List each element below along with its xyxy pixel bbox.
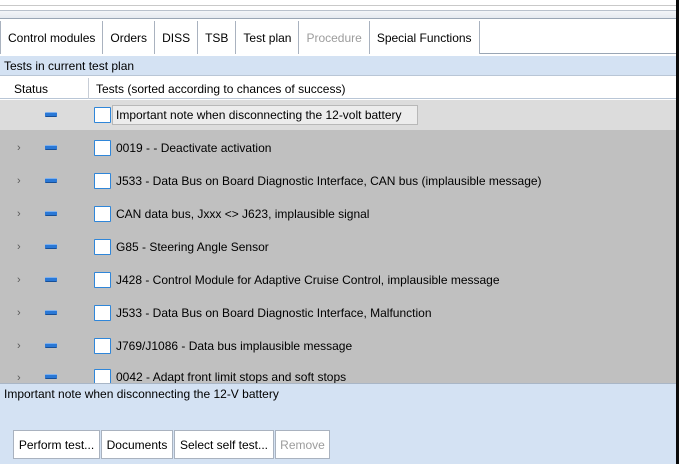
list-item-label: 0042 - Adapt front limit stops and soft … xyxy=(116,370,347,383)
tab-special-functions[interactable]: Special Functions xyxy=(369,21,480,54)
tab-test-plan[interactable]: Test plan xyxy=(236,21,300,54)
window-top-edge xyxy=(0,0,679,6)
column-header-status[interactable]: Status xyxy=(0,78,89,99)
chevron-right-icon[interactable]: › xyxy=(17,208,27,220)
document-icon xyxy=(94,272,111,288)
test-plan-list[interactable]: Important note when disconnecting the 12… xyxy=(0,100,679,383)
list-item-label: 0019 - - Deactivate activation xyxy=(116,141,272,155)
chevron-right-icon[interactable]: › xyxy=(17,175,27,187)
column-header-tests[interactable]: Tests (sorted according to chances of su… xyxy=(96,78,345,99)
perform-test-button[interactable]: Perform test... xyxy=(13,430,100,459)
diagnostic-window: Control modules Orders DISS TSB Test pla… xyxy=(0,0,679,464)
list-item-label: CAN data bus, Jxxx <> J623, implausible … xyxy=(116,207,370,221)
window-header-strip xyxy=(0,10,679,19)
document-icon xyxy=(94,338,111,354)
status-indicator-icon xyxy=(45,343,57,348)
list-item[interactable]: Important note when disconnecting the 12… xyxy=(0,100,679,130)
status-indicator-icon xyxy=(45,310,57,315)
list-item[interactable]: › CAN data bus, Jxxx <> J623, implausibl… xyxy=(0,197,679,230)
document-icon xyxy=(94,206,111,222)
status-indicator-icon xyxy=(45,211,57,216)
list-item-label: J428 - Control Module for Adaptive Cruis… xyxy=(116,273,500,287)
status-indicator-icon xyxy=(45,145,57,150)
button-bar: Perform test... Documents Select self te… xyxy=(0,423,679,464)
status-indicator-icon xyxy=(45,374,57,379)
list-item-label: Important note when disconnecting the 12… xyxy=(116,108,402,122)
list-item[interactable]: › 0042 - Adapt front limit stops and sof… xyxy=(0,362,679,383)
tab-diss[interactable]: DISS xyxy=(155,21,199,54)
list-item[interactable]: › J428 - Control Module for Adaptive Cru… xyxy=(0,263,679,296)
document-icon xyxy=(94,239,111,255)
chevron-right-icon[interactable]: › xyxy=(17,142,27,154)
list-item-label: J533 - Data Bus on Board Diagnostic Inte… xyxy=(116,174,542,188)
document-icon xyxy=(94,140,111,156)
description-pane: Important note when disconnecting the 12… xyxy=(0,383,679,423)
list-item[interactable]: › G85 - Steering Angle Sensor xyxy=(0,230,679,263)
section-title: Tests in current test plan xyxy=(0,56,679,76)
document-icon xyxy=(94,173,111,189)
tab-tsb[interactable]: TSB xyxy=(198,21,237,54)
document-icon xyxy=(94,305,111,321)
chevron-right-icon[interactable]: › xyxy=(17,307,27,319)
description-text: Important note when disconnecting the 12… xyxy=(4,387,279,401)
list-item[interactable]: › J533 - Data Bus on Board Diagnostic In… xyxy=(0,164,679,197)
documents-button[interactable]: Documents xyxy=(101,430,173,459)
list-item[interactable]: › 0019 - - Deactivate activation xyxy=(0,131,679,164)
status-indicator-icon xyxy=(45,277,57,282)
chevron-right-icon[interactable]: › xyxy=(17,241,27,253)
select-self-test-button[interactable]: Select self test... xyxy=(174,430,274,459)
tab-procedure: Procedure xyxy=(299,21,370,54)
remove-button: Remove xyxy=(275,430,330,459)
list-item[interactable]: › J769/J1086 - Data bus implausible mess… xyxy=(0,329,679,362)
tab-control-modules[interactable]: Control modules xyxy=(0,21,104,54)
chevron-right-icon[interactable]: › xyxy=(17,372,27,383)
status-indicator-icon xyxy=(45,244,57,249)
column-headers: Status Tests (sorted according to chance… xyxy=(0,78,679,99)
chevron-right-icon[interactable]: › xyxy=(17,274,27,286)
chevron-right-icon[interactable]: › xyxy=(17,340,27,352)
list-item[interactable]: › J533 - Data Bus on Board Diagnostic In… xyxy=(0,296,679,329)
tab-bar: Control modules Orders DISS TSB Test pla… xyxy=(0,21,679,54)
document-icon xyxy=(94,107,111,123)
document-icon xyxy=(94,369,111,383)
list-item-label: J533 - Data Bus on Board Diagnostic Inte… xyxy=(116,306,432,320)
list-item-label: G85 - Steering Angle Sensor xyxy=(116,240,269,254)
status-indicator-icon xyxy=(45,112,57,117)
status-indicator-icon xyxy=(45,178,57,183)
tab-orders[interactable]: Orders xyxy=(103,21,156,54)
list-item-label: J769/J1086 - Data bus implausible messag… xyxy=(116,339,353,353)
